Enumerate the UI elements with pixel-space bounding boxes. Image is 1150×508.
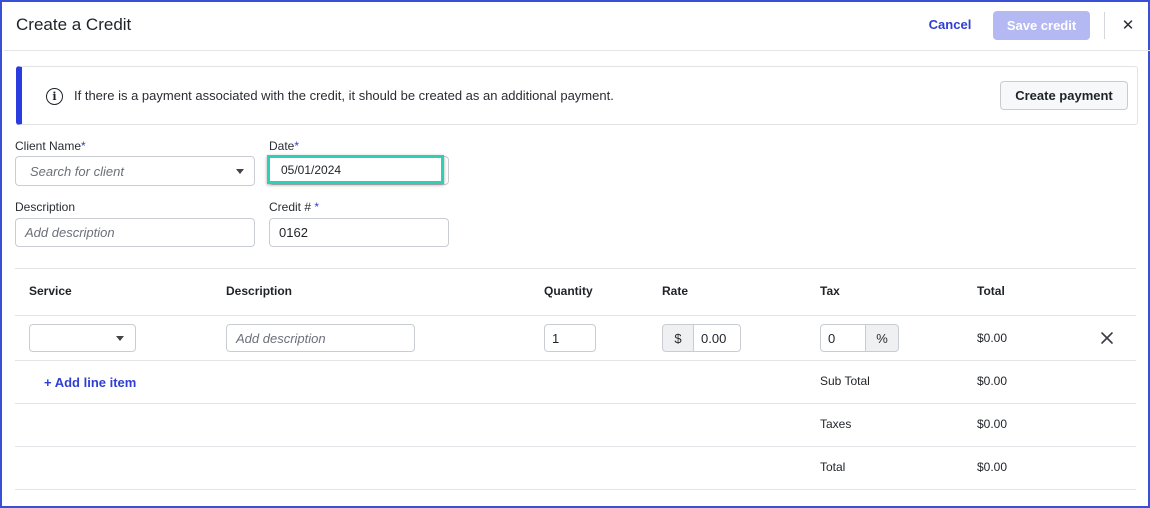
quantity-input[interactable]: 1 xyxy=(544,324,596,352)
rate-value: 0.00 xyxy=(701,330,727,346)
col-header-rate: Rate xyxy=(662,284,689,298)
save-credit-button[interactable]: Save credit xyxy=(993,11,1090,40)
date-input[interactable]: 05/01/2024 xyxy=(267,155,444,184)
col-header-total: Total xyxy=(977,284,1005,298)
line-description-input[interactable]: Add description xyxy=(226,324,415,352)
client-search-placeholder: Search for client xyxy=(30,163,124,179)
taxes-value: $0.00 xyxy=(977,417,1008,431)
col-header-description: Description xyxy=(226,284,293,298)
tax-value: 0 xyxy=(828,330,836,346)
chevron-down-icon xyxy=(116,335,124,341)
total-value: $0.00 xyxy=(977,460,1008,474)
notice-text: If there is a payment associated with th… xyxy=(74,88,614,103)
total-row-border xyxy=(15,489,1136,490)
quantity-value: 1 xyxy=(552,330,560,346)
header-separator xyxy=(4,50,1150,51)
client-name-label: Client Name* xyxy=(15,139,86,153)
taxes-row-border xyxy=(15,446,1136,447)
chevron-down-icon xyxy=(236,168,244,174)
header-row-border xyxy=(15,315,1136,316)
description-placeholder: Add description xyxy=(25,225,115,240)
close-icon[interactable]: ✕ xyxy=(1119,15,1137,35)
date-label: Date* xyxy=(269,139,300,153)
credit-number-input[interactable]: 0162 xyxy=(269,218,449,247)
percent-suffix: % xyxy=(865,324,899,352)
subtotal-label: Sub Total xyxy=(820,374,870,388)
service-select[interactable] xyxy=(29,324,136,352)
description-input[interactable]: Add description xyxy=(15,218,255,247)
total-label: Total xyxy=(820,460,846,474)
rate-input[interactable]: 0.00 xyxy=(693,324,741,352)
col-header-tax: Tax xyxy=(820,284,840,298)
table-top-border xyxy=(15,268,1136,269)
subtotal-row-border xyxy=(15,403,1136,404)
credit-number-label: Credit # * xyxy=(269,200,320,214)
remove-line-icon[interactable] xyxy=(1099,330,1115,346)
create-credit-dialog: Create a Credit Cancel Save credit ✕ i I… xyxy=(0,0,1150,508)
currency-prefix: $ xyxy=(662,324,694,352)
header-divider xyxy=(1104,12,1105,39)
credit-number-value: 0162 xyxy=(279,225,308,240)
dialog-title: Create a Credit xyxy=(16,15,132,34)
line-row-border xyxy=(15,360,1136,361)
tax-input[interactable]: 0 xyxy=(820,324,866,352)
create-payment-button[interactable]: Create payment xyxy=(1000,81,1128,110)
line-total: $0.00 xyxy=(977,331,1008,345)
line-description-placeholder: Add description xyxy=(236,330,326,346)
cancel-button[interactable]: Cancel xyxy=(918,17,982,32)
col-header-quantity: Quantity xyxy=(544,284,593,298)
add-line-item-link[interactable]: + Add line item xyxy=(44,375,136,390)
col-header-service: Service xyxy=(29,284,72,298)
payment-notice: i If there is a payment associated with … xyxy=(16,66,1138,125)
subtotal-value: $0.00 xyxy=(977,374,1008,388)
client-search-select[interactable]: Search for client xyxy=(15,156,255,186)
description-label: Description xyxy=(15,200,76,214)
taxes-label: Taxes xyxy=(820,417,852,431)
info-icon: i xyxy=(46,88,63,105)
